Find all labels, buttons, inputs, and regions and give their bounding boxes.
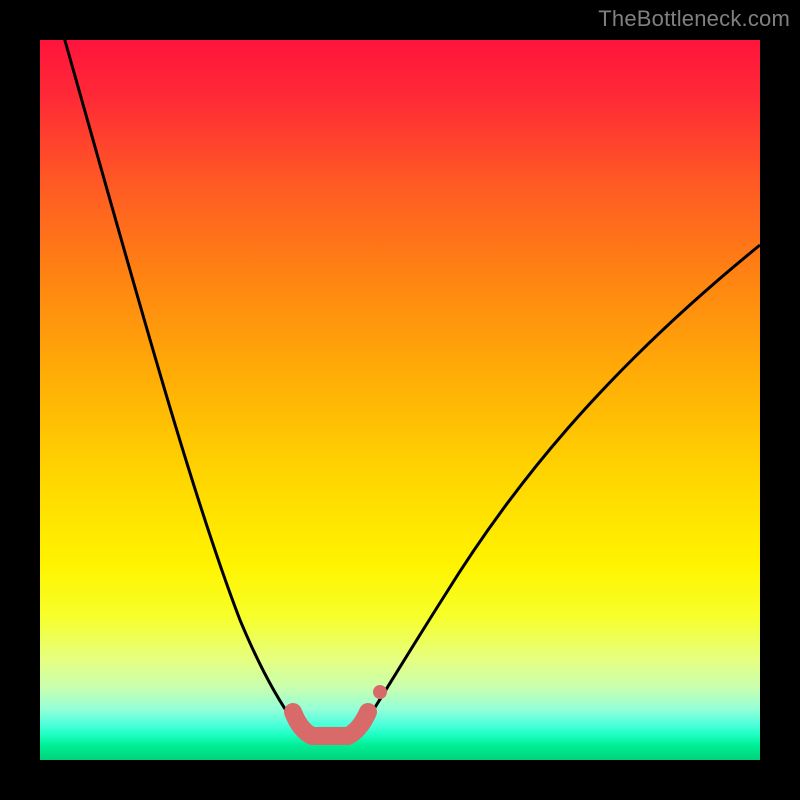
plot-area xyxy=(40,40,760,760)
chart-container: TheBottleneck.com xyxy=(0,0,800,800)
watermark-text: TheBottleneck.com xyxy=(598,6,790,32)
curve-right xyxy=(362,245,760,728)
chart-svg xyxy=(40,40,760,760)
curve-left xyxy=(62,40,298,728)
valley-segment xyxy=(293,712,368,736)
outlier-marker xyxy=(373,685,387,699)
